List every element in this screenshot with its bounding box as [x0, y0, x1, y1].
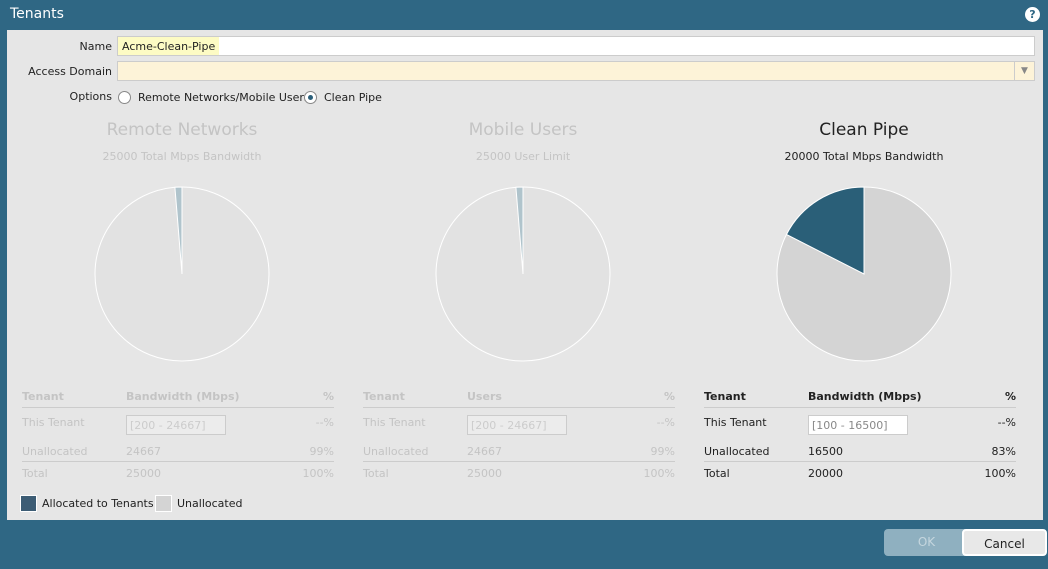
- total-pct: 100%: [643, 467, 675, 480]
- divider: [22, 407, 334, 408]
- col-value-header: Bandwidth (Mbps): [126, 390, 240, 403]
- unallocated-pct: 99%: [309, 445, 334, 458]
- col-pct-header: %: [1004, 390, 1016, 403]
- window-title: Tenants: [10, 6, 64, 22]
- this-tenant-label: This Tenant: [363, 416, 426, 429]
- col-tenant-header: Tenant: [22, 390, 64, 403]
- col-tenant-header: Tenant: [363, 390, 405, 403]
- total-label: Total: [363, 467, 389, 480]
- unallocated-pct: 99%: [650, 445, 675, 458]
- col-value-header: Bandwidth (Mbps): [808, 390, 922, 403]
- divider: [363, 407, 675, 408]
- ok-button[interactable]: OK: [884, 529, 969, 556]
- col-pct-header: %: [322, 390, 334, 403]
- divider: [22, 461, 334, 462]
- legend-allocated-label: Allocated to Tenants: [42, 497, 154, 510]
- legend-unallocated-swatch: [155, 495, 172, 512]
- cancel-button[interactable]: Cancel: [962, 529, 1047, 556]
- total-pct: 100%: [302, 467, 334, 480]
- total-value: 25000: [126, 467, 161, 480]
- help-icon[interactable]: ?: [1025, 7, 1040, 22]
- unallocated-label: Unallocated: [22, 445, 88, 458]
- pie-chart: [776, 186, 952, 362]
- tenant-form-panel: Name Acme-Clean-Pipe Access Domain ▼ Opt…: [7, 30, 1043, 520]
- unallocated-value: 16500: [808, 445, 843, 458]
- legend-unallocated-label: Unallocated: [177, 497, 243, 510]
- col-pct-header: %: [663, 390, 675, 403]
- divider: [704, 461, 1016, 462]
- total-label: Total: [22, 467, 48, 480]
- total-value: 25000: [467, 467, 502, 480]
- divider: [704, 407, 1016, 408]
- divider: [363, 461, 675, 462]
- total-pct: 100%: [984, 467, 1016, 480]
- this-tenant-label: This Tenant: [22, 416, 85, 429]
- this-tenant-input[interactable]: [200 - 24667]: [126, 415, 226, 435]
- this-tenant-input[interactable]: [100 - 16500]: [808, 415, 908, 435]
- legend-allocated-swatch: [20, 495, 37, 512]
- total-label: Total: [704, 467, 730, 480]
- unallocated-value: 24667: [467, 445, 502, 458]
- this-tenant-input[interactable]: [200 - 24667]: [467, 415, 567, 435]
- total-value: 20000: [808, 467, 843, 480]
- unallocated-label: Unallocated: [704, 445, 770, 458]
- this-tenant-pct: --%: [315, 416, 334, 429]
- this-tenant-pct: --%: [997, 416, 1016, 429]
- unallocated-value: 24667: [126, 445, 161, 458]
- col-tenant-header: Tenant: [704, 390, 746, 403]
- this-tenant-pct: --%: [656, 416, 675, 429]
- unallocated-pct: 83%: [991, 445, 1016, 458]
- col-value-header: Users: [467, 390, 502, 403]
- unallocated-label: Unallocated: [363, 445, 429, 458]
- this-tenant-label: This Tenant: [704, 416, 767, 429]
